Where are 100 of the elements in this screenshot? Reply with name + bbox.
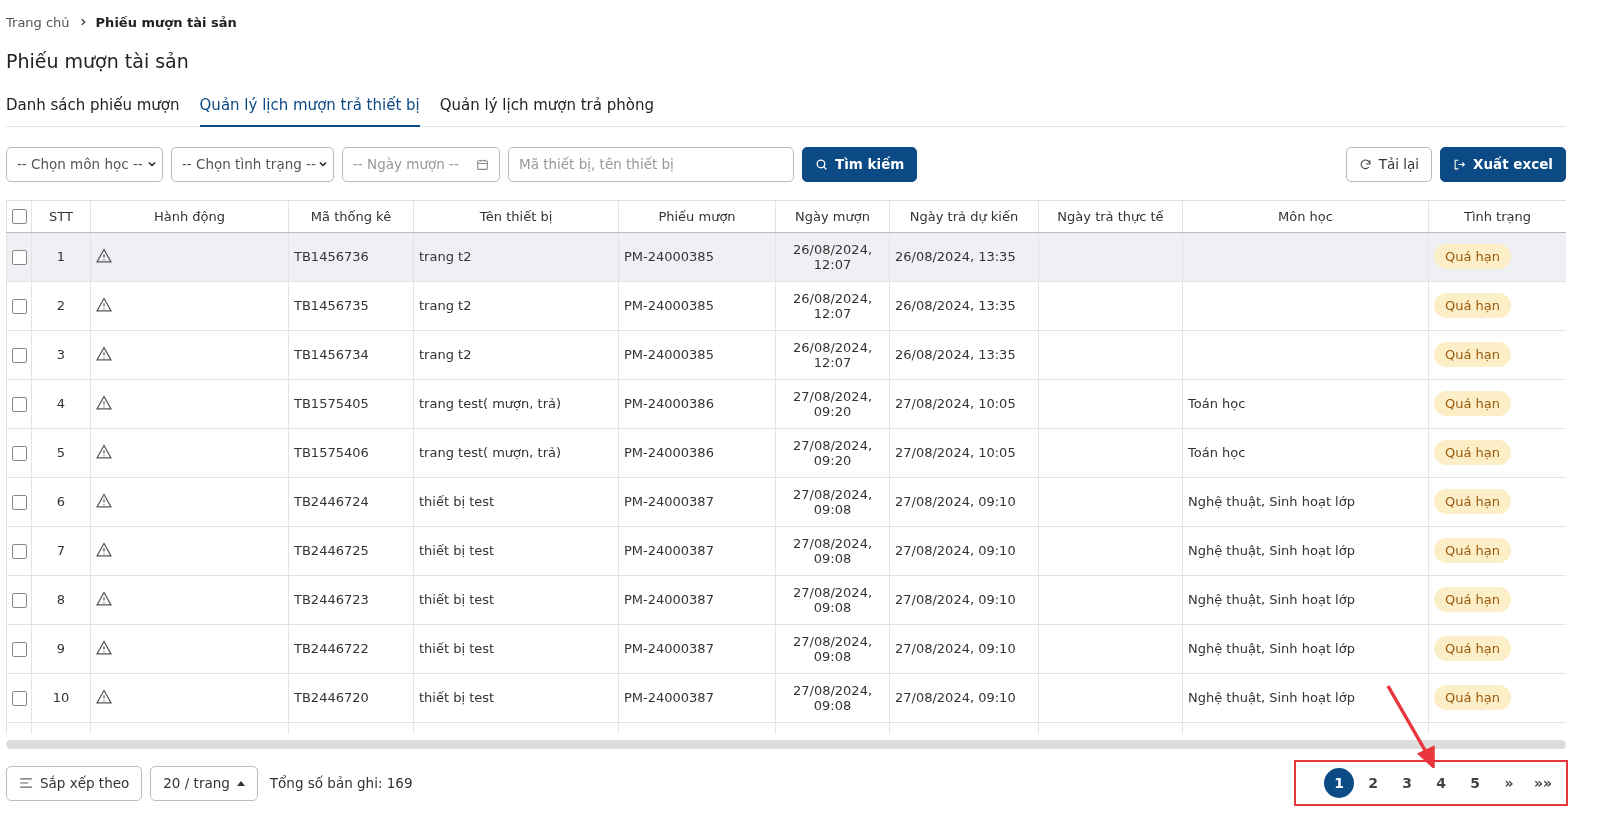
table-cell: 27/08/2024, 09:10 [889,673,1039,722]
column-header: Phiếu mượn [618,201,776,232]
table-cell: PM-24000385 [618,330,776,379]
column-header: Hành động [90,201,289,232]
table-row[interactable]: 9 TB2446722 thiết bị test PM-24000387 27/08/2024, 09:08 27/08/2024, 09:10 Nghệ thuật, Sinh hoạt lớp Quá hạn [6,624,1566,673]
table-cell: 27/08/2024, 09:10 [889,526,1039,575]
row-checkbox[interactable] [12,445,27,461]
table-row[interactable]: 1 TB1456736 trang t2 PM-24000385 26/08/2024, 12:07 26/08/2024, 13:35 Quá hạn [6,232,1566,281]
reload-button[interactable]: Tải lại [1345,146,1433,182]
table-cell: PM-24000387 [618,526,776,575]
table-cell: trang test( mượn, trả) [413,428,619,477]
tab[interactable]: Danh sách phiếu mượn [6,96,180,127]
warning-icon [96,688,112,704]
warning-icon [96,492,112,508]
table-cell: 26/08/2024, 13:35 [889,281,1039,330]
warning-icon [96,443,112,459]
page-title: Phiếu mượn tài sản [6,50,190,74]
table-cell: 6 [31,477,91,526]
export-icon [1453,157,1467,171]
tab[interactable]: Quản lý lịch mượn trả phòng [439,96,654,127]
table-cell: TB1575405 [288,379,414,428]
status-badge: Quá hạn [1434,636,1511,661]
page-size-select[interactable]: 20 / trang [150,765,258,801]
table-row[interactable]: 2 TB1456735 trang t2 PM-24000385 26/08/2024, 12:07 26/08/2024, 13:35 Quá hạn [6,281,1566,330]
table-cell: thiết bị test [413,477,619,526]
table-row[interactable]: 6 TB2446724 thiết bị test PM-24000387 27/08/2024, 09:08 27/08/2024, 09:10 Nghệ thuật, Sinh hoạt lớp Quá hạn [6,477,1566,526]
table-cell: thiết bị test [413,624,619,673]
last-page-button[interactable]: »» [1528,768,1558,798]
page-button[interactable]: 4 [1426,768,1456,798]
column-header: STT [31,201,91,232]
status-select[interactable]: -- Chọn tình trạng -- [171,146,334,182]
table-cell: 27/08/2024, 09:10 [889,575,1039,624]
column-header: Ngày trả dự kiến [889,201,1039,232]
table-cell: 27/08/2024, 09:20 [775,428,890,477]
row-checkbox[interactable] [12,298,27,314]
table-row[interactable]: 5 TB1575406 trang test( mượn, trả) PM-24000386 27/08/2024, 09:20 27/08/2024, 10:05 Toán học Quá hạn [6,428,1566,477]
sort-button[interactable]: Sắp xếp theo [6,765,143,801]
table-cell: 26/08/2024, 13:35 [889,232,1039,281]
table-cell: PM-24000387 [618,624,776,673]
page-button[interactable]: 2 [1358,768,1388,798]
horizontal-scrollbar[interactable] [6,740,1566,749]
table-cell: PM-24000387 [618,477,776,526]
table-row[interactable]: 10 TB2446720 thiết bị test PM-24000387 27/08/2024, 09:08 27/08/2024, 09:10 Nghệ thuật, Sinh hoạt lớp Quá hạn [6,673,1566,722]
page-button[interactable]: 5 [1460,768,1490,798]
row-checkbox[interactable] [12,690,27,706]
warning-icon [96,590,112,606]
column-header: Tên thiết bị [413,201,619,232]
table-cell: Toán học [1182,428,1429,477]
table-cell: TB1456734 [288,330,414,379]
table-cell: 26/08/2024, 12:07 [775,330,890,379]
page-button[interactable]: 3 [1392,768,1422,798]
table-cell: 8 [31,575,91,624]
table-row[interactable]: 4 TB1575405 trang test( mượn, trả) PM-24000386 27/08/2024, 09:20 27/08/2024, 10:05 Toán học Quá hạn [6,379,1566,428]
table-row[interactable]: 7 TB2446725 thiết bị test PM-24000387 27/08/2024, 09:08 27/08/2024, 09:10 Nghệ thuật, Sinh hoạt lớp Quá hạn [6,526,1566,575]
table-cell: 10 [31,673,91,722]
next-page-button[interactable]: » [1494,768,1524,798]
select-all-checkbox[interactable] [11,209,27,225]
row-checkbox[interactable] [12,347,27,363]
table-cell: thiết bị test [413,526,619,575]
table-cell: 27/08/2024, 09:10 [889,477,1039,526]
status-badge: Quá hạn [1434,244,1511,269]
subject-select[interactable]: -- Chọn môn học -- [6,146,163,182]
table-cell: Nghệ thuật, Sinh hoạt lớp [1182,624,1429,673]
row-checkbox[interactable] [12,543,27,559]
table-cell: 27/08/2024, 09:08 [775,477,890,526]
table-cell: Nghệ thuật, Sinh hoạt lớp [1182,526,1429,575]
row-checkbox[interactable] [12,494,27,510]
search-button[interactable]: Tìm kiếm [802,146,918,182]
table-cell: TB2446725 [288,526,414,575]
table-cell: 3 [31,330,91,379]
table-cell: TB2446724 [288,477,414,526]
table-cell: TB1456736 [288,232,414,281]
table-cell: 27/08/2024, 09:08 [775,673,890,722]
table-cell: PM-24000386 [618,428,776,477]
table-row[interactable]: 3 TB1456734 trang t2 PM-24000385 26/08/2024, 12:07 26/08/2024, 13:35 Quá hạn [6,330,1566,379]
search-icon [815,157,828,171]
table-cell: trang t2 [413,281,619,330]
table-cell: TB1456735 [288,281,414,330]
table-cell: 26/08/2024, 12:07 [775,281,890,330]
row-checkbox[interactable] [12,641,27,657]
row-checkbox[interactable] [12,249,27,265]
tab[interactable]: Quản lý lịch mượn trả thiết bị [199,96,420,127]
table-row[interactable]: 8 TB2446723 thiết bị test PM-24000387 27/08/2024, 09:08 27/08/2024, 09:10 Nghệ thuật, Sinh hoạt lớp Quá hạn [6,575,1566,624]
table-cell: 1 [31,232,91,281]
table-cell: TB1575406 [288,428,414,477]
export-button[interactable]: Xuất excel [1440,146,1566,182]
page-button[interactable]: 1 [1324,768,1354,798]
table-cell: Nghệ thuật, Sinh hoạt lớp [1182,477,1429,526]
table-cell: PM-24000385 [618,281,776,330]
status-badge: Quá hạn [1434,440,1511,465]
menu-icon [19,777,33,789]
row-checkbox[interactable] [12,592,27,608]
row-checkbox[interactable] [12,396,27,412]
table-cell: 27/08/2024, 09:08 [775,575,890,624]
status-badge: Quá hạn [1434,391,1511,416]
table-cell: PM-24000387 [618,575,776,624]
table-cell: Nghệ thuật, Sinh hoạt lớp [1182,575,1429,624]
breadcrumb-item[interactable]: Trang chủ [6,14,70,30]
calendar-icon [476,157,489,171]
status-badge: Quá hạn [1434,685,1511,710]
